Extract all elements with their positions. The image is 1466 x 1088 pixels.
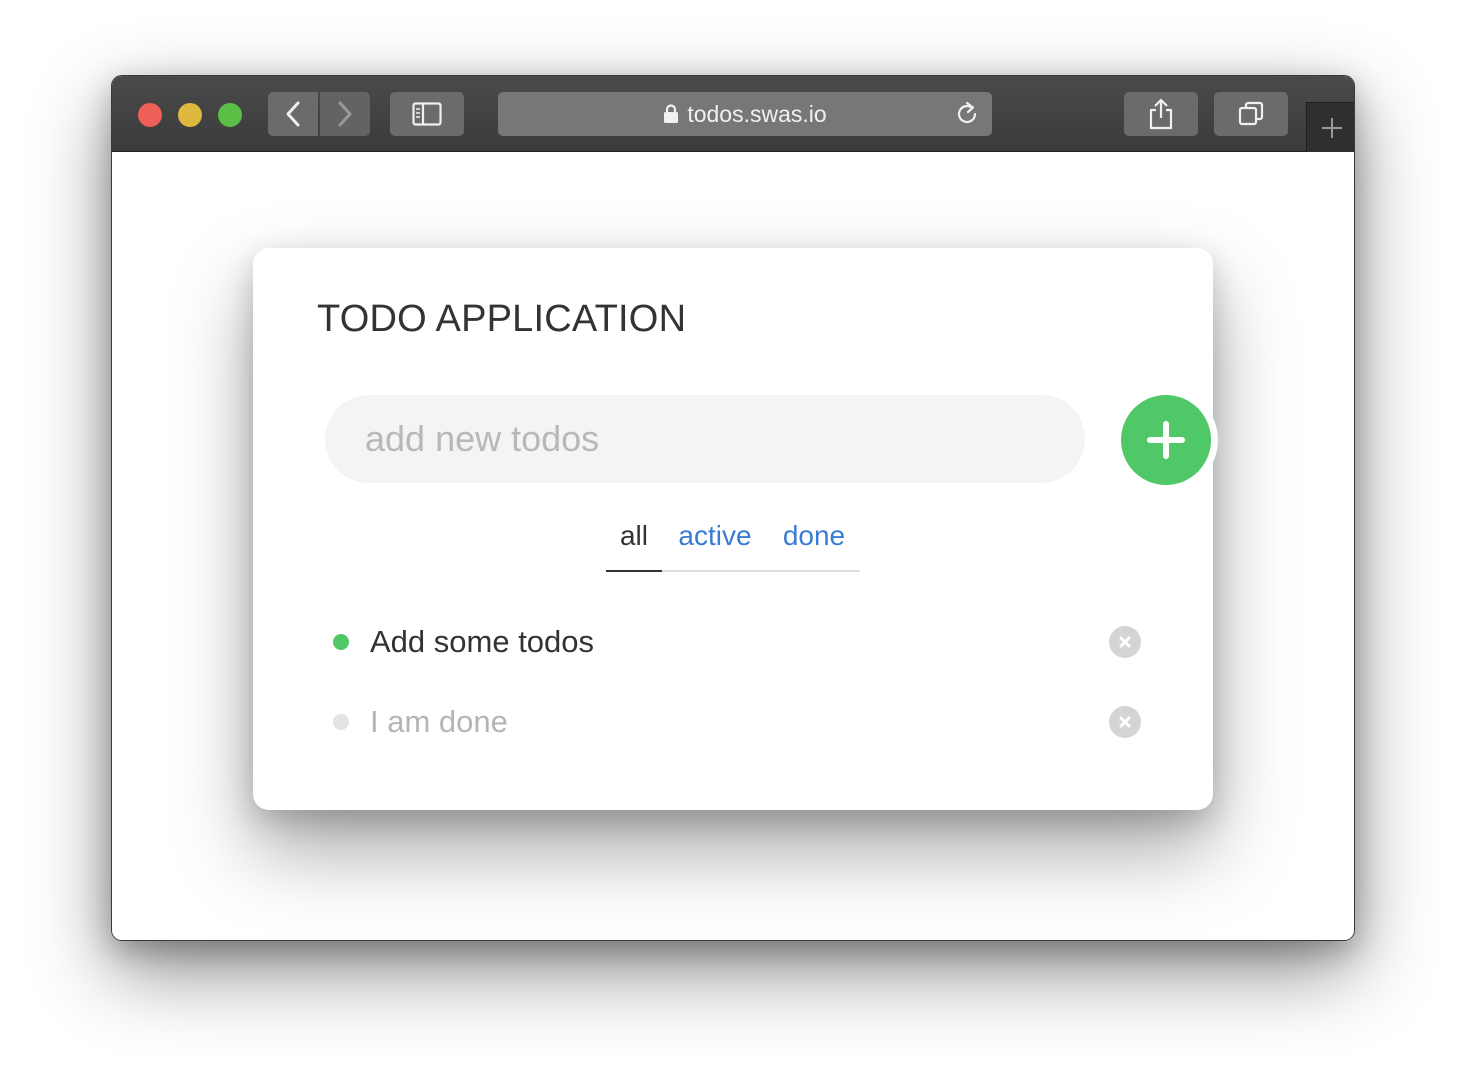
reload-icon[interactable] xyxy=(954,101,980,127)
plus-icon xyxy=(1147,421,1185,459)
back-button[interactable] xyxy=(268,92,318,136)
tabs-overview-icon xyxy=(1238,101,1264,126)
remove-todo-button[interactable] xyxy=(1109,706,1141,738)
plus-icon xyxy=(1321,117,1342,138)
lock-icon xyxy=(664,104,679,123)
tab-active[interactable]: active xyxy=(662,510,768,572)
browser-toolbar: todos.swas.io xyxy=(112,76,1354,152)
list-item[interactable]: Add some todos xyxy=(325,612,1141,672)
chevron-right-icon xyxy=(338,101,352,127)
forward-button[interactable] xyxy=(320,92,370,136)
tab-done[interactable]: done xyxy=(768,510,860,572)
share-button[interactable] xyxy=(1124,92,1198,136)
remove-todo-button[interactable] xyxy=(1109,626,1141,658)
new-tab-button[interactable] xyxy=(1306,102,1354,152)
new-todo-input[interactable] xyxy=(325,395,1085,483)
status-dot[interactable] xyxy=(333,634,349,650)
sidebar-icon xyxy=(412,102,442,126)
minimize-window-button[interactable] xyxy=(178,103,202,127)
todo-text: I am done xyxy=(370,704,508,739)
chevron-left-icon xyxy=(286,101,300,127)
add-todo-button[interactable] xyxy=(1121,395,1211,485)
address-bar[interactable]: todos.swas.io xyxy=(498,92,992,136)
maximize-window-button[interactable] xyxy=(218,103,242,127)
close-icon xyxy=(1119,716,1131,728)
page-title: TODO APPLICATION xyxy=(317,298,687,340)
page-content: TODO APPLICATION all active done Add som… xyxy=(112,153,1354,940)
tabs-overview-button[interactable] xyxy=(1214,92,1288,136)
browser-window: todos.swas.io TODO APPLICATION add new t… xyxy=(111,75,1355,941)
close-window-button[interactable] xyxy=(138,103,162,127)
close-icon xyxy=(1119,636,1131,648)
todo-text: Add some todos xyxy=(370,624,595,659)
list-item[interactable]: I am done xyxy=(325,692,1141,752)
todo-card: TODO APPLICATION all active done Add som… xyxy=(253,248,1213,810)
share-icon xyxy=(1149,98,1173,130)
filter-tabs: all active done xyxy=(606,510,860,572)
new-todo-row xyxy=(325,395,1211,485)
tab-all[interactable]: all xyxy=(606,510,662,572)
status-dot[interactable] xyxy=(333,714,349,730)
url-text: todos.swas.io xyxy=(687,100,827,127)
sidebar-toggle-button[interactable] xyxy=(390,92,464,136)
